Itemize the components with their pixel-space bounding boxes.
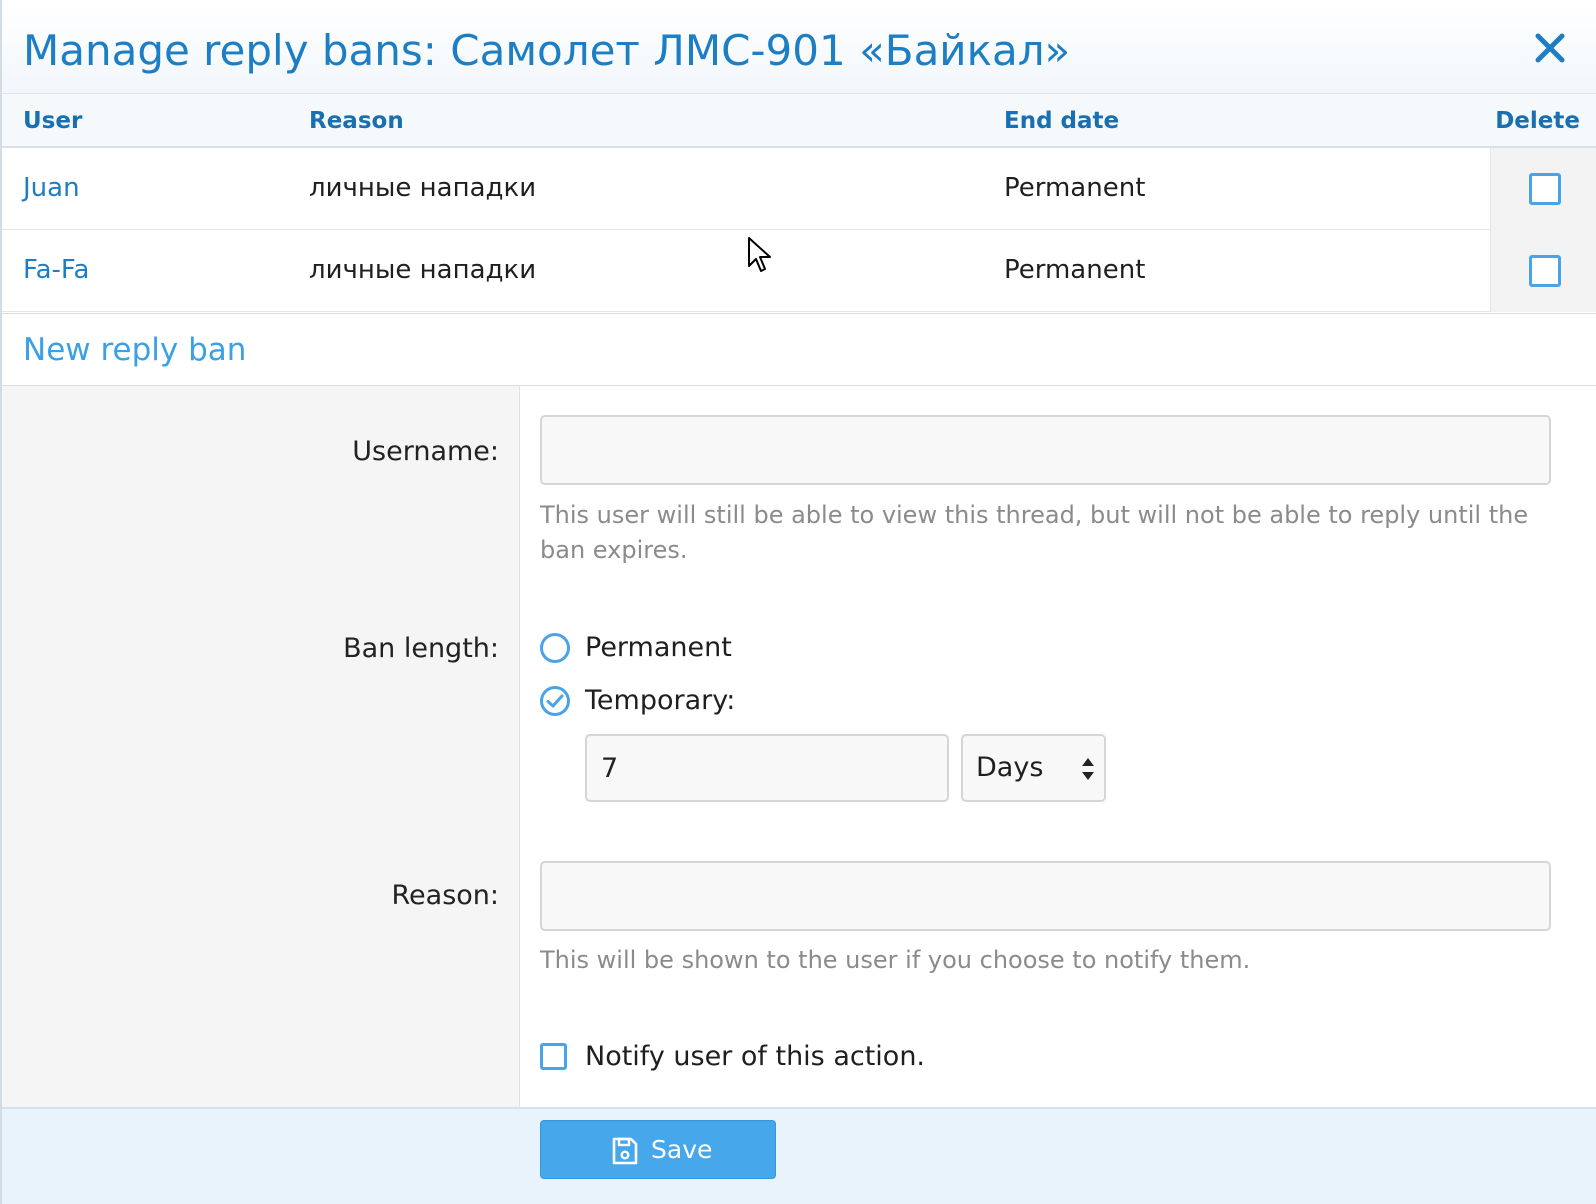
ban-reason: личные нападки [309,255,537,285]
column-header-reason: Reason [309,108,404,134]
save-button[interactable]: Save [540,1120,776,1179]
column-header-user: User [23,108,83,134]
ban-end-date: Permanent [1004,255,1146,285]
column-header-end-date: End date [1004,108,1120,134]
new-reply-ban-header: New reply ban [2,313,1596,386]
delete-checkbox[interactable] [1529,255,1561,287]
reply-ban-dialog: Manage reply bans: Самолет ЛМС-901 «Байк… [0,0,1596,1204]
form-footer: Save [2,1107,1596,1204]
notify-user-checkbox[interactable] [540,1043,567,1070]
delete-cell [1490,148,1596,230]
new-ban-form: Username: Ban length: Reason: This user … [2,386,1596,1107]
save-button-label: Save [651,1135,713,1164]
reason-input[interactable] [540,861,1551,931]
ban-length-unit-value: Days [976,752,1044,783]
ban-length-amount-input[interactable] [585,734,949,802]
delete-cell [1490,230,1596,312]
temporary-option-label[interactable]: Temporary: [585,685,735,716]
delete-checkbox[interactable] [1529,173,1561,205]
table-row: Juan личные нападки Permanent [2,148,1596,230]
user-link[interactable]: Juan [23,172,80,204]
floppy-disk-icon [612,1137,638,1165]
dialog-title: Manage reply bans: Самолет ЛМС-901 «Байк… [23,26,1071,75]
permanent-radio[interactable] [540,633,570,663]
username-help-text: This user will still be able to view thi… [540,501,1529,564]
new-reply-ban-title: New reply ban [23,332,247,368]
check-icon [546,694,564,708]
dialog-header: Manage reply bans: Самолет ЛМС-901 «Байк… [2,0,1596,94]
column-header-delete: Delete [1495,108,1580,134]
reason-help-text: This will be shown to the user if you ch… [540,946,1251,974]
username-label: Username: [352,436,499,467]
temporary-radio[interactable] [540,686,570,716]
table-row: Fa-Fa личные нападки Permanent [2,230,1596,312]
table-header-row: User Reason End date Delete [2,94,1596,148]
permanent-option-label[interactable]: Permanent [585,632,732,663]
notify-user-label[interactable]: Notify user of this action. [585,1041,925,1072]
close-icon[interactable] [1532,30,1568,66]
form-label-column: Username: Ban length: Reason: [2,386,520,1107]
reason-label: Reason: [391,880,500,911]
ban-reason: личные нападки [309,173,537,203]
user-link[interactable]: Fa-Fa [23,254,89,286]
ban-length-label: Ban length: [343,633,499,664]
reply-bans-table: User Reason End date Delete Juan личные … [2,94,1596,312]
ban-length-unit-select[interactable]: Days [961,734,1106,802]
username-input[interactable] [540,415,1551,485]
ban-end-date: Permanent [1004,173,1146,203]
select-arrows-icon [1082,758,1094,780]
